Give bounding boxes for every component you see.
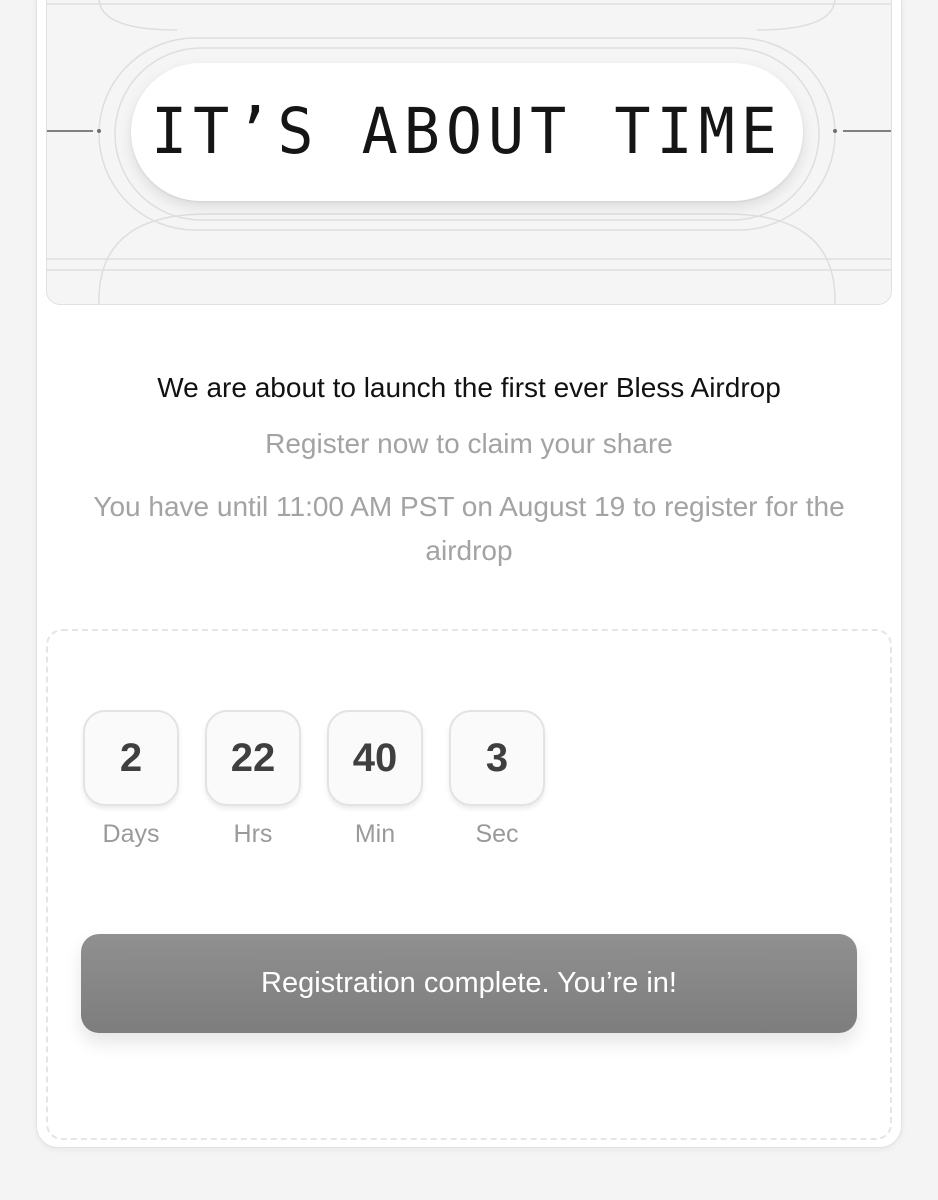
countdown-minutes: 40 Min — [327, 710, 423, 849]
countdown-days-label: Days — [102, 820, 160, 848]
countdown-seconds-value: 3 — [449, 710, 545, 806]
countdown-hours-label: Hrs — [233, 820, 273, 848]
countdown-minutes-value: 40 — [327, 710, 423, 806]
countdown-seconds: 3 Sec — [449, 710, 545, 849]
countdown-hours: 22 Hrs — [205, 710, 301, 849]
hero-title: IT’S ABOUT TIME — [151, 95, 783, 169]
registration-status-button[interactable]: Registration complete. You’re in! — [81, 934, 857, 1033]
countdown-hours-value: 22 — [205, 710, 301, 806]
countdown-minutes-label: Min — [354, 820, 396, 848]
hero-banner: IT’S ABOUT TIME — [46, 0, 892, 305]
register-subtitle: Register now to claim your share — [265, 428, 673, 459]
countdown-days: 2 Days — [83, 710, 179, 849]
countdown-seconds-label: Sec — [475, 820, 519, 848]
launch-headline: We are about to launch the first ever Bl… — [157, 372, 781, 403]
deadline-text: You have until 11:00 AM PST on August 19… — [93, 491, 845, 566]
countdown-days-value: 2 — [83, 710, 179, 806]
countdown-panel — [46, 629, 892, 1140]
title-pill: IT’S ABOUT TIME — [131, 63, 803, 201]
